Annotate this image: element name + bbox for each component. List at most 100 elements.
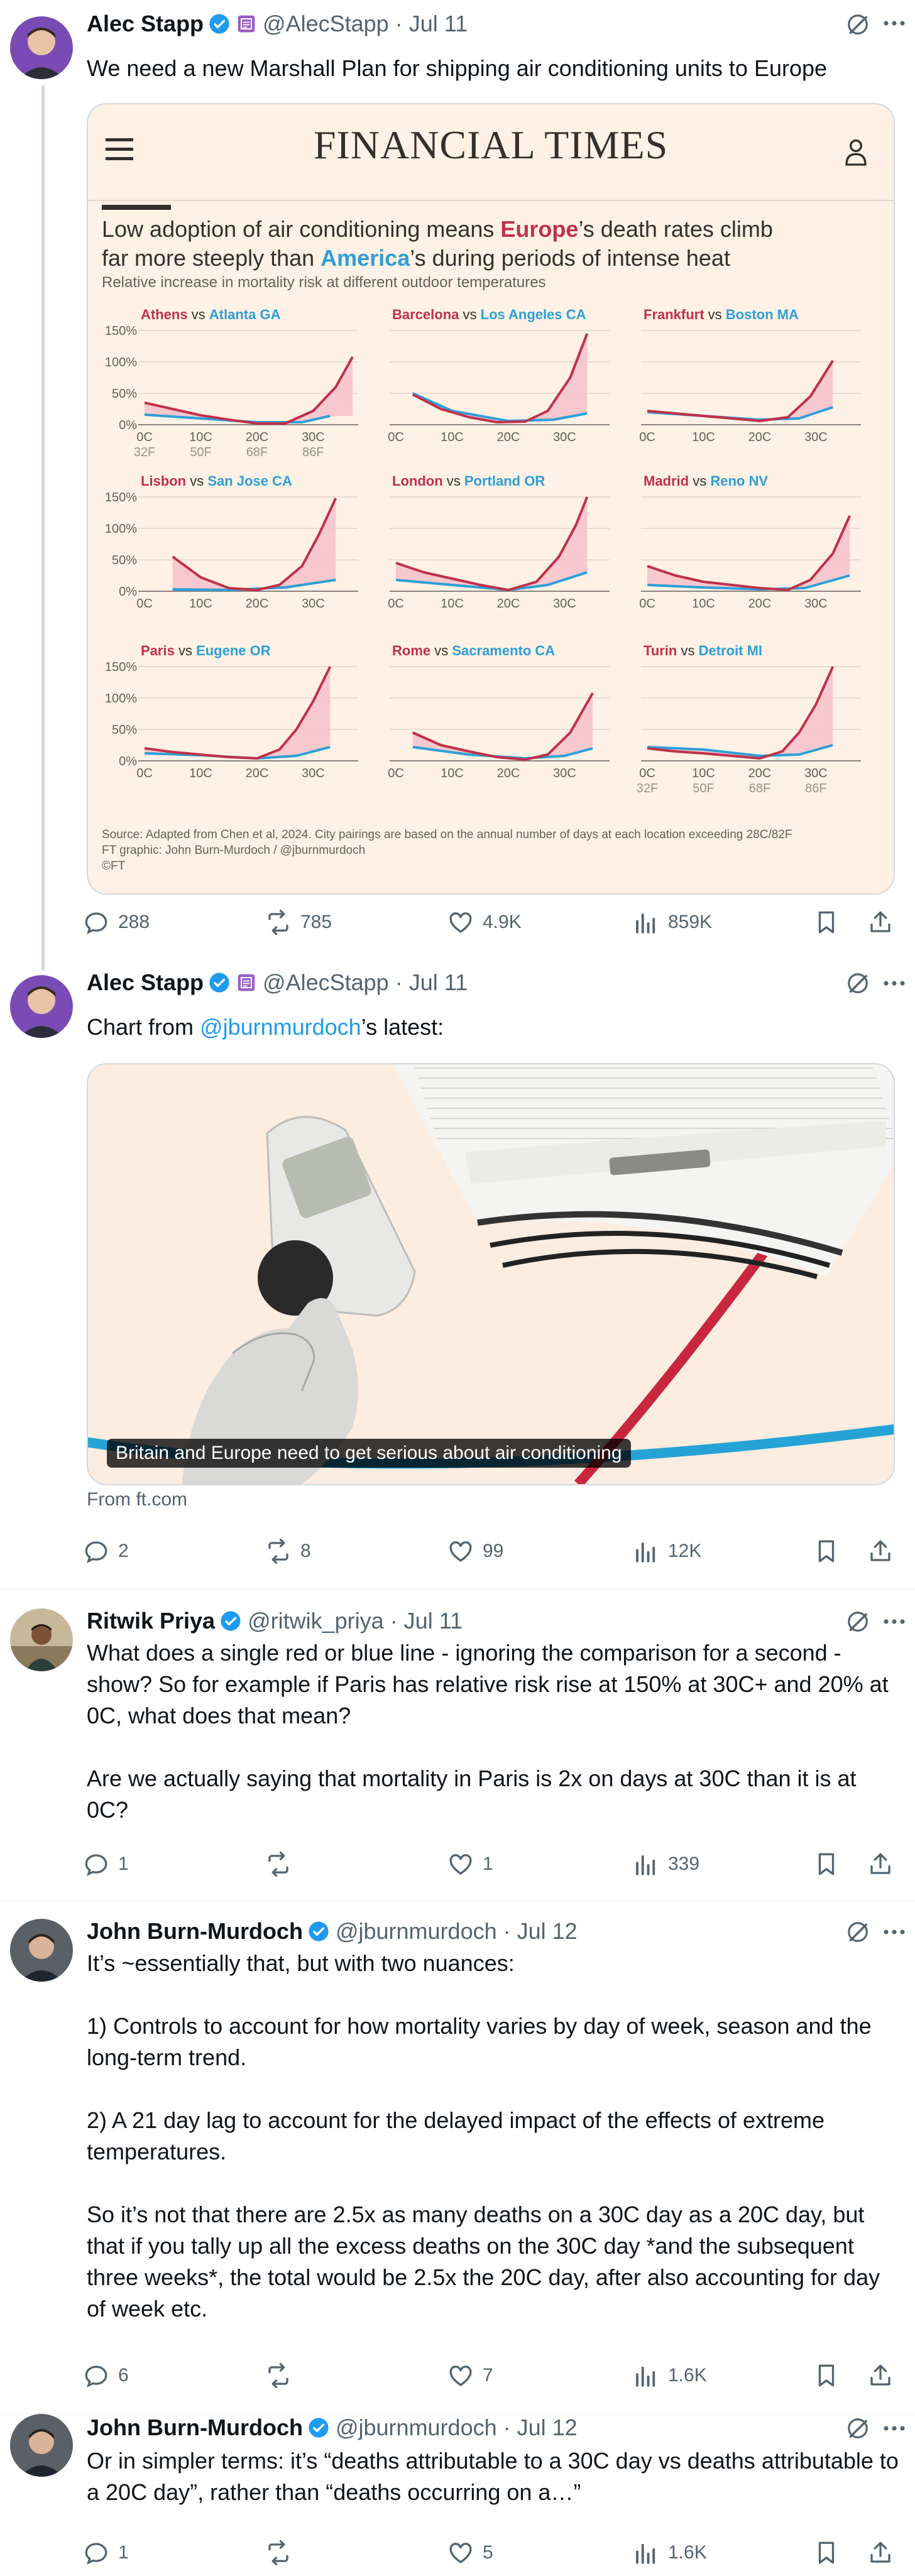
tweet-header: John Burn-Murdoch @jburnmurdoch · Jul 12 [87,1918,900,1945]
reply-button[interactable]: 1 [83,2537,129,2568]
panel-vs: vs [443,473,464,489]
more-options-icon[interactable] [879,2413,910,2444]
bookmark-button[interactable] [813,1848,848,1880]
share-button[interactable] [867,2537,902,2568]
handle[interactable]: @AlecStapp [263,969,389,996]
reply-button[interactable]: 6 [83,2360,129,2391]
handle[interactable]: @ritwik_priya [248,1608,384,1634]
grok-icon[interactable] [846,1610,870,1634]
x-tick-label-f: 68F [749,782,770,795]
grok-icon[interactable] [846,13,870,36]
display-name[interactable]: Ritwik Priya [87,1608,215,1634]
verified-badge-icon [221,1611,241,1631]
tweet-1[interactable]: Alec Stapp @AlecStapp · Jul 11 We need a… [0,0,915,971]
x-tick-label: 10C [692,767,715,780]
bookmark-button[interactable] [813,2537,848,2568]
x-tick-label: 10C [692,597,715,611]
like-button[interactable]: 7 [447,2360,493,2391]
link-card-image [88,1064,894,1484]
tweet-5[interactable]: John Burn-Murdoch @jburnmurdoch · Jul 12… [0,2414,915,2576]
more-options-icon[interactable] [879,968,910,999]
display-name[interactable]: John Burn-Murdoch [87,2415,303,2441]
ft-chart-image[interactable]: FINANCIAL TIMES Low adoption of air cond… [87,103,895,895]
handle[interactable]: @jburnmurdoch [336,2415,497,2441]
bookmark-icon [818,911,835,934]
panel-vs: vs [677,643,698,658]
timestamp[interactable]: · Jul 11 [390,1608,463,1634]
x-tick-label-f: 86F [805,782,826,795]
repost-button[interactable] [265,2360,300,2391]
timestamp[interactable]: · Jul 12 [503,2415,578,2441]
views-button[interactable]: 1.6K [633,2537,707,2568]
reply-button[interactable]: 1 [83,1848,129,1880]
share-button[interactable] [867,1536,902,1567]
repost-count: 8 [300,1541,311,1561]
like-button[interactable]: 5 [447,2537,493,2568]
tweet-actions: 2 8 99 12K [83,1536,902,1567]
timestamp[interactable]: · Jul 11 [395,969,468,996]
like-button[interactable]: 1 [447,1848,493,1880]
timestamp[interactable]: · Jul 12 [503,1918,578,1945]
repost-button[interactable]: 8 [265,1536,311,1567]
x-tick-label: 20C [748,597,772,611]
share-button[interactable] [867,1848,902,1880]
handle[interactable]: @AlecStapp [263,11,389,37]
like-count: 1 [483,1853,493,1874]
views-icon [636,1855,655,1875]
reply-button[interactable]: 2 [83,1536,129,1567]
more-options-icon[interactable] [879,1916,910,1948]
x-tick-label: 30C [302,767,325,780]
tweet-2[interactable]: Alec Stapp @AlecStapp · Jul 11 Chart fro… [0,968,915,1590]
avatar[interactable] [10,2414,73,2477]
views-button[interactable]: 1.6K [633,2360,707,2391]
mention-link[interactable]: @jburnmurdoch [200,1014,361,1040]
avatar[interactable] [10,1919,73,1982]
views-button[interactable]: 12K [633,1536,701,1567]
grok-icon[interactable] [846,1920,870,1944]
avatar[interactable] [10,16,73,79]
x-tick-label: 10C [189,767,212,780]
grok-icon[interactable] [846,971,870,995]
more-options-icon[interactable] [879,1606,910,1637]
repost-button[interactable] [265,2537,300,2568]
avatar[interactable] [10,1608,73,1671]
tweet-text: Or in simpler terms: it’s “deaths attrib… [87,2448,905,2505]
tweet-4[interactable]: John Burn-Murdoch @jburnmurdoch · Jul 12… [0,1901,915,2414]
bookmark-button[interactable] [813,1536,848,1567]
display-name[interactable]: Alec Stapp [87,969,204,996]
y-tick-label: 150% [105,491,137,505]
bookmark-button[interactable] [813,907,848,938]
tweet-text: What does a single red or blue line - ig… [87,1640,889,1823]
link-source[interactable]: From ft.com [87,1489,187,1510]
title-part-4: ’s during periods of intense heat [410,245,730,271]
tweet-header: John Burn-Murdoch @jburnmurdoch · Jul 12 [87,2414,900,2442]
repost-button[interactable] [265,1848,300,1880]
repost-button[interactable]: 785 [265,907,332,938]
views-button[interactable]: 859K [633,907,712,938]
avatar[interactable] [10,975,73,1038]
bookmark-button[interactable] [813,2360,848,2391]
link-card[interactable]: Britain and Europe need to get serious a… [87,1063,895,1485]
x-tick-label: 0C [136,430,153,444]
chart-source: Source: Adapted from Chen et al, 2024. C… [102,827,792,874]
reply-button[interactable]: 288 [83,907,150,938]
like-button[interactable]: 99 [447,1536,503,1567]
panel-us-city: Eugene OR [196,643,271,658]
more-options-icon[interactable] [879,8,910,39]
tweet-actions: 1 1 339 [83,1848,902,1880]
timestamp[interactable]: · Jul 11 [395,11,468,37]
like-button[interactable]: 4.9K [447,907,522,938]
verified-badge-icon [309,1921,329,1941]
display-name[interactable]: John Burn-Murdoch [87,1918,303,1945]
grok-icon[interactable] [846,2416,870,2440]
display-name[interactable]: Alec Stapp [87,11,204,37]
share-button[interactable] [867,907,902,938]
panel-us-city: Reno NV [710,473,768,489]
tweet-3[interactable]: Ritwik Priya @ritwik_priya · Jul 11 What… [0,1590,915,1901]
share-button[interactable] [867,2360,902,2391]
x-tick-label: 30C [804,597,828,611]
verified-badge-icon [209,14,229,34]
views-button[interactable]: 339 [633,1848,699,1880]
verified-badge-icon [309,2418,329,2438]
handle[interactable]: @jburnmurdoch [336,1918,497,1945]
